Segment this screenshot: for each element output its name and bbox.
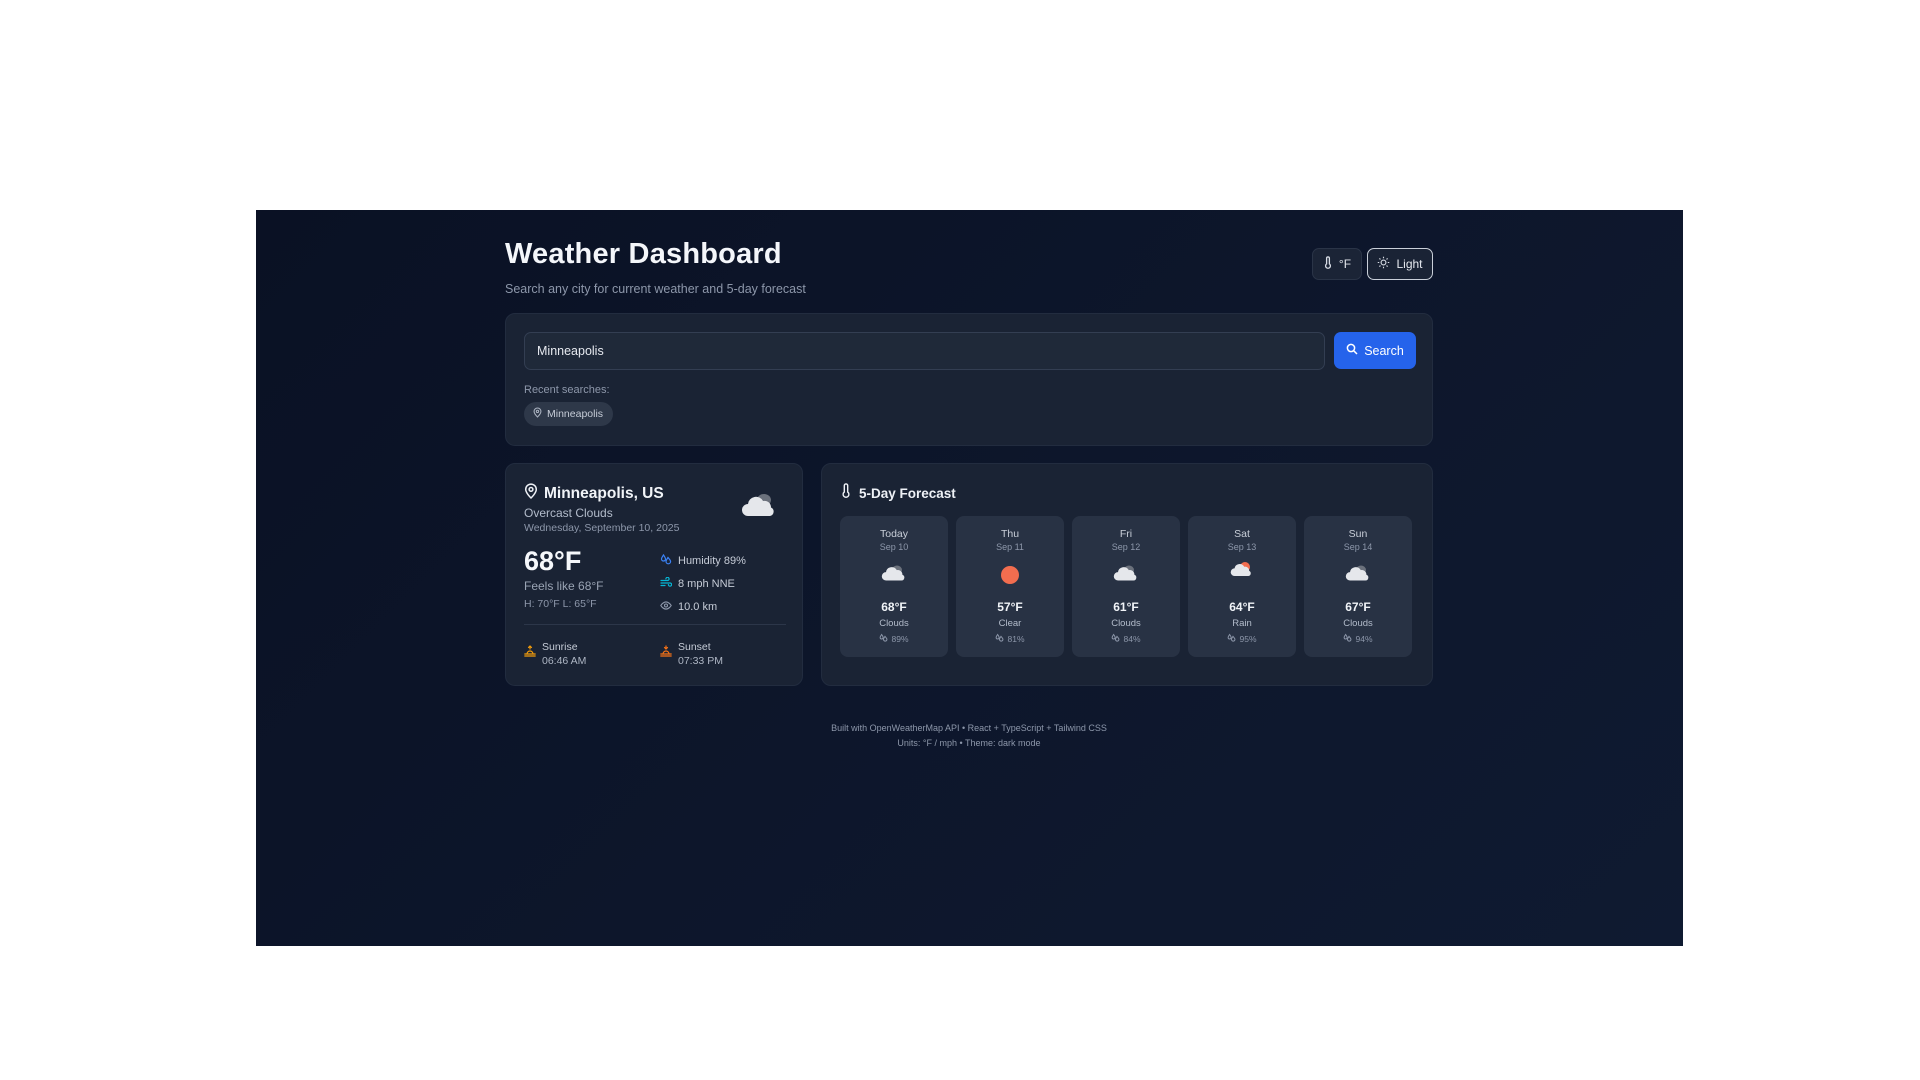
forecast-desc: Clouds: [1343, 618, 1373, 629]
unit-toggle-button[interactable]: °F: [1312, 248, 1362, 280]
forecast-humidity-value: 95%: [1239, 633, 1257, 644]
sun-icon: [956, 564, 1064, 586]
forecast-day-card: Today Sep 10 68°F Clouds 89%: [840, 516, 948, 657]
thermometer-icon: [841, 483, 851, 503]
wind-stat: 8 mph NNE: [660, 576, 735, 591]
forecast-day-name: Today: [879, 528, 909, 540]
footer-credits: Built with OpenWeatherMap API • React + …: [831, 723, 1107, 733]
current-temperature: 68°F: [524, 546, 582, 576]
thermometer-icon: [1323, 256, 1333, 272]
forecast-humidity-value: 84%: [1123, 633, 1141, 644]
forecast-day-name: Fri: [1119, 528, 1133, 540]
map-pin-icon: [524, 483, 538, 504]
theme-label: Light: [1396, 257, 1423, 271]
location-name: Minneapolis, US: [544, 484, 664, 502]
droplets-icon: [879, 633, 888, 644]
footer-units: Units: °F / mph • Theme: dark mode: [897, 738, 1041, 748]
forecast-day-card: Sun Sep 14 67°F Clouds 94%: [1304, 516, 1412, 657]
cloud-icon: [1072, 564, 1180, 586]
forecast-day-card: Sat Sep 13 64°F Rain 95%: [1188, 516, 1296, 657]
cloud-icon: [742, 492, 778, 523]
search-panel: Search Recent searches: Minneapolis: [505, 313, 1433, 446]
forecast-temp: 67°F: [1345, 600, 1371, 614]
wind-value: 8 mph NNE: [678, 578, 735, 590]
forecast-day-date: Sep 12: [1111, 542, 1141, 552]
humidity-stat: Humidity 89%: [660, 553, 746, 568]
app-window: Weather Dashboard Search any city for cu…: [256, 210, 1683, 946]
eye-icon: [660, 601, 672, 613]
forecast-humidity-value: 94%: [1355, 633, 1373, 644]
sunrise-label: Sunrise: [542, 641, 578, 653]
wind-icon: [660, 576, 673, 591]
forecast-temp: 61°F: [1113, 600, 1139, 614]
sunset-info: Sunset 07:33 PM: [660, 640, 723, 668]
search-icon: [1346, 343, 1358, 358]
forecast-panel: 5-Day Forecast Today Sep 10 68°F Clouds: [821, 463, 1433, 686]
forecast-day-name: Sun: [1348, 528, 1368, 540]
forecast-humidity: 94%: [1304, 633, 1412, 644]
sun-icon: [1377, 256, 1390, 272]
unit-label: °F: [1338, 257, 1352, 271]
forecast-humidity: 81%: [956, 633, 1064, 644]
divider: [524, 624, 786, 625]
current-condition: Overcast Clouds: [524, 506, 613, 520]
humidity-value: Humidity 89%: [678, 554, 746, 567]
forecast-day-card: Fri Sep 12 61°F Clouds 84%: [1072, 516, 1180, 657]
recent-search-chip[interactable]: Minneapolis: [524, 402, 614, 426]
current-date: Wednesday, September 10, 2025: [524, 522, 680, 534]
droplets-icon: [1111, 633, 1120, 644]
feels-like: Feels like 68°F: [524, 579, 604, 593]
forecast-day-date: Sep 14: [1343, 542, 1373, 552]
sunset-label: Sunset: [678, 641, 711, 653]
forecast-desc: Clear: [998, 618, 1022, 629]
forecast-humidity-value: 81%: [1007, 633, 1025, 644]
forecast-humidity: 89%: [840, 633, 948, 644]
forecast-humidity: 84%: [1072, 633, 1180, 644]
map-pin-icon: [533, 407, 542, 421]
sunset-time: 07:33 PM: [678, 655, 723, 667]
cloud-icon: [1304, 564, 1412, 586]
city-search-input[interactable]: [524, 332, 1325, 370]
recent-search-label: Minneapolis: [547, 408, 604, 420]
sunrise-icon: [524, 644, 536, 662]
forecast-day-card: Thu Sep 11 57°F Clear 81%: [956, 516, 1064, 657]
forecast-day-date: Sep 10: [879, 542, 909, 552]
forecast-humidity-value: 89%: [891, 633, 909, 644]
page-subtitle: Search any city for current weather and …: [505, 282, 806, 296]
droplets-icon: [1343, 633, 1352, 644]
forecast-desc: Clouds: [879, 618, 909, 629]
forecast-title: 5-Day Forecast: [859, 485, 956, 501]
droplets-icon: [995, 633, 1004, 644]
forecast-temp: 64°F: [1229, 600, 1255, 614]
droplets-icon: [1227, 633, 1236, 644]
current-weather-panel: Minneapolis, US Overcast Clouds Wednesda…: [505, 463, 803, 686]
page-title: Weather Dashboard: [505, 238, 782, 270]
visibility-value: 10.0 km: [678, 601, 718, 613]
forecast-desc: Rain: [1232, 618, 1252, 629]
theme-toggle-button[interactable]: Light: [1367, 248, 1433, 280]
forecast-temp: 68°F: [881, 600, 907, 614]
forecast-humidity: 95%: [1188, 633, 1296, 644]
forecast-day-date: Sep 13: [1227, 542, 1257, 552]
rain-cloud-icon: [1188, 560, 1296, 582]
droplets-icon: [660, 553, 672, 568]
forecast-desc: Clouds: [1111, 618, 1141, 629]
forecast-day-name: Sat: [1234, 528, 1250, 540]
location-row: Minneapolis, US: [524, 483, 664, 504]
header: Weather Dashboard Search any city for cu…: [505, 238, 1433, 298]
high-low: H: 70°F L: 65°F: [524, 598, 597, 610]
search-button-label: Search: [1364, 343, 1404, 358]
sunrise-info: Sunrise 06:46 AM: [524, 640, 586, 668]
forecast-day-name: Thu: [1000, 528, 1020, 540]
cloud-icon: [840, 564, 948, 586]
forecast-temp: 57°F: [997, 600, 1023, 614]
forecast-day-date: Sep 11: [996, 542, 1024, 552]
visibility-stat: 10.0 km: [660, 601, 717, 613]
recent-searches-label: Recent searches:: [524, 384, 610, 396]
search-button[interactable]: Search: [1334, 332, 1416, 369]
footer: Built with OpenWeatherMap API • React + …: [505, 721, 1433, 751]
sunset-icon: [660, 644, 672, 662]
forecast-header: 5-Day Forecast: [841, 483, 956, 503]
sunrise-time: 06:46 AM: [542, 655, 587, 667]
